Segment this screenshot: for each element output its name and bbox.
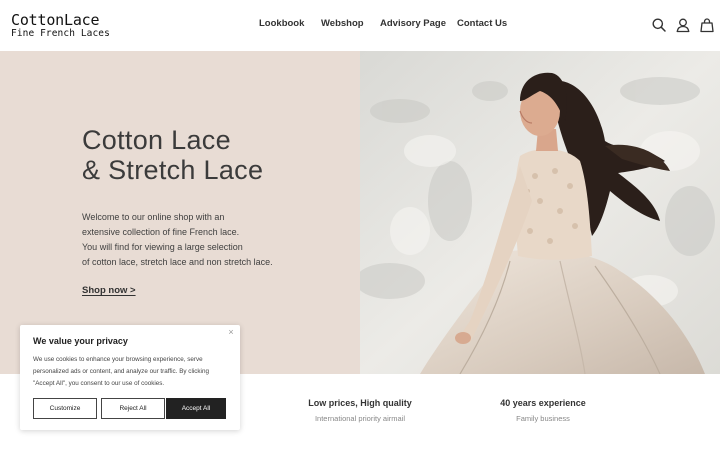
- feature-subtitle: Family business: [516, 414, 570, 423]
- cookie-text-line: "Accept All", you consent to our use of …: [33, 380, 165, 387]
- accept-all-button[interactable]: Accept All: [166, 398, 226, 419]
- cookie-description: We use cookies to enhance your browsing …: [33, 354, 233, 390]
- cookie-consent-banner: × We value your privacy We use cookies t…: [20, 325, 240, 430]
- customize-button[interactable]: Customize: [33, 398, 97, 419]
- nav-item-contact-us[interactable]: Contact Us: [457, 18, 507, 29]
- hero-title-line-2: & Stretch Lace: [82, 155, 264, 185]
- cookie-text-line: We use cookies to enhance your browsing …: [33, 356, 203, 363]
- reject-all-button[interactable]: Reject All: [101, 398, 165, 419]
- hero-text-line: extensive collection of fine French lace…: [82, 227, 240, 237]
- site-header: CottonLace Fine French Laces Lookbook We…: [0, 0, 720, 51]
- account-icon[interactable]: [675, 17, 691, 33]
- close-icon[interactable]: ×: [226, 327, 236, 337]
- hero-title-line-1: Cotton Lace: [82, 125, 231, 155]
- shop-now-link[interactable]: Shop now >: [82, 285, 136, 296]
- hero-description: Welcome to our online shop with an exten…: [82, 210, 273, 270]
- nav-item-webshop[interactable]: Webshop: [321, 18, 364, 29]
- cart-bag-icon[interactable]: [699, 17, 715, 33]
- main-nav: Lookbook Webshop Advisory Page Contact U…: [0, 18, 720, 32]
- hero-text-line: of cotton lace, stretch lace and non str…: [82, 257, 273, 267]
- feature-low-prices: Low prices, High quality International p…: [300, 398, 420, 423]
- cookie-text-line: personalized ads or content, and analyze…: [33, 368, 209, 375]
- hero-text-line: You will find for viewing a large select…: [82, 242, 243, 252]
- cookie-title: We value your privacy: [33, 336, 128, 346]
- feature-title: Low prices, High quality: [308, 398, 412, 408]
- nav-item-lookbook[interactable]: Lookbook: [259, 18, 304, 29]
- feature-title: 40 years experience: [500, 398, 586, 408]
- hero-title: Cotton Lace & Stretch Lace: [82, 125, 263, 185]
- feature-experience: 40 years experience Family business: [483, 398, 603, 423]
- nav-item-advisory-page[interactable]: Advisory Page: [380, 18, 446, 29]
- hero-text-line: Welcome to our online shop with an: [82, 212, 225, 222]
- search-icon[interactable]: [651, 17, 667, 33]
- feature-subtitle: International priority airmail: [314, 414, 406, 423]
- hero-image: [360, 51, 720, 374]
